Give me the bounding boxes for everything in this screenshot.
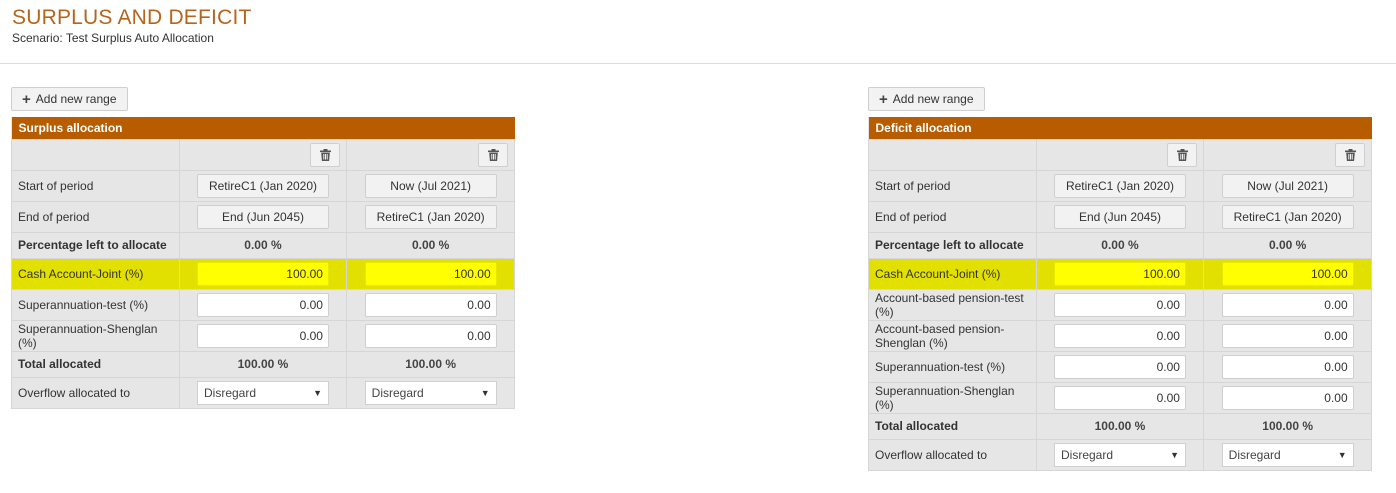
overflow-select-value: Disregard [371, 385, 424, 400]
total-allocated-value: 100.00 % [346, 350, 515, 378]
delete-range-button[interactable] [1335, 142, 1365, 167]
allocation-input[interactable] [1221, 292, 1354, 317]
percentage-left-value: 0.00 % [346, 231, 515, 259]
delete-range-button[interactable] [1167, 142, 1198, 167]
deficit-allocation-table: Deficit allocation Start of period Retir… [868, 117, 1372, 471]
allocation-row-label: Account-based pension-test (%) [868, 288, 1037, 321]
end-period-button[interactable]: RetireC1 (Jan 2020) [364, 204, 497, 229]
start-period-button[interactable]: RetireC1 (Jan 2020) [196, 173, 329, 198]
allocation-input[interactable] [1053, 354, 1186, 379]
end-period-label: End of period [868, 200, 1037, 233]
delete-range-button[interactable] [310, 142, 341, 167]
overflow-select-value: Disregard [1228, 447, 1281, 462]
total-allocated-value: 100.00 % [1035, 412, 1205, 440]
allocation-input[interactable] [1221, 323, 1354, 348]
end-period-label: End of period [11, 200, 180, 233]
total-allocated-label: Total allocated [868, 412, 1037, 440]
allocation-row-label: Superannuation-Shenglan (%) [11, 319, 180, 352]
overflow-select[interactable]: Disregard ▼ [196, 380, 329, 405]
scenario-subtitle: Scenario: Test Surplus Auto Allocation [12, 31, 214, 45]
allocation-input[interactable] [1221, 385, 1354, 410]
allocation-input[interactable] [364, 292, 497, 317]
allocation-row-label: Cash Account-Joint (%) [868, 257, 1037, 290]
end-period-button[interactable]: RetireC1 (Jan 2020) [1221, 204, 1354, 229]
overflow-select-value: Disregard [1060, 447, 1114, 462]
caret-down-icon: ▼ [313, 387, 322, 398]
page-title: SURPLUS AND DEFICIT [12, 6, 252, 29]
allocation-input[interactable] [196, 323, 329, 348]
start-period-button[interactable]: RetireC1 (Jan 2020) [1053, 173, 1186, 198]
end-period-button[interactable]: End (Jun 2045) [1053, 204, 1186, 229]
allocation-input[interactable] [1221, 261, 1354, 286]
allocation-input[interactable] [1053, 323, 1186, 348]
percentage-left-value: 0.00 % [178, 231, 348, 259]
plus-icon: + [879, 90, 888, 108]
trash-icon [487, 148, 499, 161]
deficit-add-range-button[interactable]: + Add new range [868, 87, 985, 111]
start-period-label: Start of period [11, 169, 180, 202]
overflow-select[interactable]: Disregard ▼ [1221, 442, 1354, 467]
allocation-row-label: Account-based pension-Shenglan (%) [868, 319, 1037, 352]
allocation-input[interactable] [1053, 261, 1186, 286]
caret-down-icon: ▼ [1337, 449, 1347, 460]
delete-range-button[interactable] [478, 142, 508, 167]
overflow-label: Overflow allocated to [868, 438, 1037, 471]
total-allocated-value: 100.00 % [1203, 412, 1372, 440]
trash-icon [1344, 148, 1356, 161]
allocation-input[interactable] [196, 292, 329, 317]
percentage-left-label: Percentage left to allocate [11, 231, 180, 259]
deficit-panel: + Add new range Deficit allocation Start… [868, 87, 1372, 471]
allocation-row-label: Superannuation-Shenglan (%) [868, 381, 1037, 414]
add-range-label: Add new range [892, 92, 974, 106]
surplus-panel: + Add new range Surplus allocation Start… [11, 87, 515, 409]
caret-down-icon: ▼ [1170, 449, 1179, 460]
surplus-add-range-button[interactable]: + Add new range [11, 87, 128, 111]
add-range-label: Add new range [35, 92, 117, 106]
start-period-label: Start of period [868, 169, 1037, 202]
allocation-input[interactable] [1053, 292, 1186, 317]
caret-down-icon: ▼ [480, 387, 490, 398]
surplus-table-title: Surplus allocation [11, 117, 515, 139]
start-period-button[interactable]: Now (Jul 2021) [364, 173, 497, 198]
end-period-button[interactable]: End (Jun 2045) [196, 204, 329, 229]
overflow-select-value: Disregard [203, 385, 257, 400]
allocation-input[interactable] [364, 323, 497, 348]
allocation-row-label: Cash Account-Joint (%) [11, 257, 180, 290]
allocation-input[interactable] [1053, 385, 1186, 410]
plus-icon: + [22, 90, 31, 108]
allocation-row-label: Superannuation-test (%) [11, 288, 180, 321]
allocation-row-label: Superannuation-test (%) [868, 350, 1037, 383]
overflow-label: Overflow allocated to [11, 376, 180, 409]
overflow-select[interactable]: Disregard ▼ [364, 380, 497, 405]
surplus-allocation-table: Surplus allocation Start of period Retir… [11, 117, 515, 409]
page-header: SURPLUS AND DEFICIT Scenario: Test Surpl… [0, 0, 1396, 64]
deficit-table-title: Deficit allocation [868, 117, 1372, 139]
total-allocated-label: Total allocated [11, 350, 180, 378]
allocation-input[interactable] [196, 261, 329, 286]
allocation-input[interactable] [1221, 354, 1354, 379]
total-allocated-value: 100.00 % [178, 350, 348, 378]
percentage-left-value: 0.00 % [1035, 231, 1205, 259]
allocation-input[interactable] [364, 261, 497, 286]
trash-icon [319, 148, 331, 161]
percentage-left-label: Percentage left to allocate [868, 231, 1037, 259]
trash-icon [1176, 148, 1188, 161]
overflow-select[interactable]: Disregard ▼ [1053, 442, 1186, 467]
start-period-button[interactable]: Now (Jul 2021) [1221, 173, 1354, 198]
percentage-left-value: 0.00 % [1203, 231, 1372, 259]
